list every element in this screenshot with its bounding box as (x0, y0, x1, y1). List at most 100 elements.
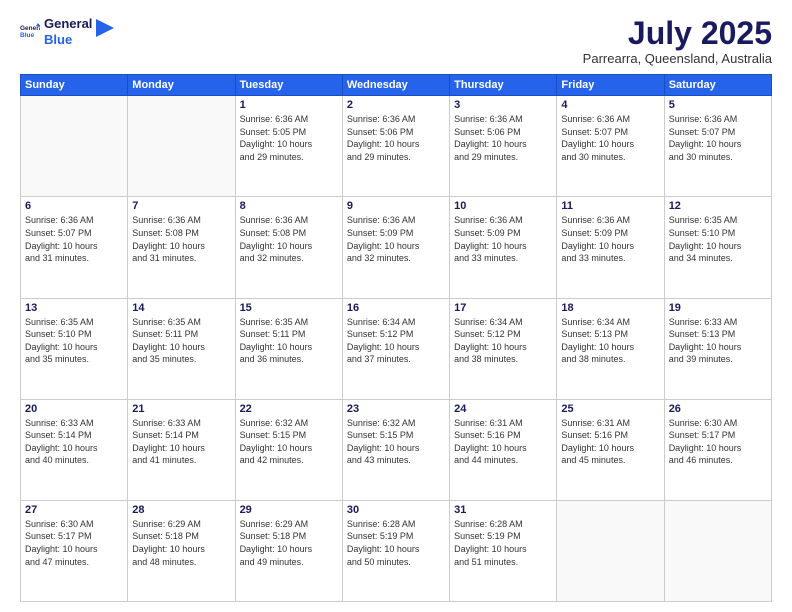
day-number: 28 (132, 504, 230, 516)
calendar-week-1: 1 Sunrise: 6:36 AM Sunset: 5:05 PM Daylig… (21, 96, 772, 197)
calendar-cell: 17 Sunrise: 6:34 AM Sunset: 5:12 PM Dayli… (450, 298, 557, 399)
calendar-cell: 6 Sunrise: 6:36 AM Sunset: 5:07 PM Daylig… (21, 197, 128, 298)
calendar-cell: 9Sunrise: 6:36 AM Sunset: 5:09 PM Daylig… (342, 197, 449, 298)
calendar-cell: 18Sunrise: 6:34 AM Sunset: 5:13 PM Dayli… (557, 298, 664, 399)
day-info: Sunrise: 6:34 AM Sunset: 5:12 PM Dayligh… (347, 316, 445, 366)
calendar-cell: 24 Sunrise: 6:31 AM Sunset: 5:16 PM Dayli… (450, 399, 557, 500)
logo: General Blue General Blue (20, 16, 114, 47)
day-number: 23 (347, 403, 445, 415)
calendar-cell: 25Sunrise: 6:31 AM Sunset: 5:16 PM Dayli… (557, 399, 664, 500)
calendar-header-row: Sunday Monday Tuesday Wednesday Thursday… (21, 75, 772, 96)
day-number: 27 (25, 504, 123, 516)
calendar-cell: 26 Sunrise: 6:30 AM Sunset: 5:17 PM Dayli… (664, 399, 771, 500)
day-number: 22 (240, 403, 338, 415)
day-number: 25 (561, 403, 659, 415)
day-info: Sunrise: 6:35 AM Sunset: 5:11 PM Dayligh… (240, 316, 338, 366)
day-number: 10 (454, 200, 552, 212)
calendar-cell: 1 Sunrise: 6:36 AM Sunset: 5:05 PM Daylig… (235, 96, 342, 197)
day-number: 19 (669, 302, 767, 314)
calendar-cell: 11 Sunrise: 6:36 AM Sunset: 5:09 PM Dayli… (557, 197, 664, 298)
calendar: Sunday Monday Tuesday Wednesday Thursday… (20, 74, 772, 602)
calendar-cell: 13Sunrise: 6:35 AM Sunset: 5:10 PM Dayli… (21, 298, 128, 399)
day-number: 26 (669, 403, 767, 415)
calendar-cell: 10 Sunrise: 6:36 AM Sunset: 5:09 PM Dayli… (450, 197, 557, 298)
day-info: Sunrise: 6:35 AM Sunset: 5:11 PM Dayligh… (132, 316, 230, 366)
day-number: 4 (561, 99, 659, 111)
month-title: July 2025 (583, 16, 772, 51)
day-info: Sunrise: 6:32 AM Sunset: 5:15 PM Dayligh… (240, 417, 338, 467)
day-number: 24 (454, 403, 552, 415)
calendar-cell (21, 96, 128, 197)
day-info: Sunrise: 6:28 AM Sunset: 5:19 PM Dayligh… (454, 518, 552, 568)
calendar-cell: 28 Sunrise: 6:29 AM Sunset: 5:18 PM Dayli… (128, 500, 235, 601)
calendar-cell: 7Sunrise: 6:36 AM Sunset: 5:08 PM Daylig… (128, 197, 235, 298)
calendar-week-2: 6 Sunrise: 6:36 AM Sunset: 5:07 PM Daylig… (21, 197, 772, 298)
calendar-cell: 30 Sunrise: 6:28 AM Sunset: 5:19 PM Dayli… (342, 500, 449, 601)
header-saturday: Saturday (664, 75, 771, 96)
day-info: Sunrise: 6:36 AM Sunset: 5:06 PM Dayligh… (347, 113, 445, 163)
day-number: 16 (347, 302, 445, 314)
calendar-cell: 29 Sunrise: 6:29 AM Sunset: 5:18 PM Dayli… (235, 500, 342, 601)
day-info: Sunrise: 6:35 AM Sunset: 5:10 PM Dayligh… (669, 214, 767, 264)
day-number: 21 (132, 403, 230, 415)
day-number: 12 (669, 200, 767, 212)
day-info: Sunrise: 6:36 AM Sunset: 5:05 PM Dayligh… (240, 113, 338, 163)
day-info: Sunrise: 6:34 AM Sunset: 5:12 PM Dayligh… (454, 316, 552, 366)
calendar-cell: 19Sunrise: 6:33 AM Sunset: 5:13 PM Dayli… (664, 298, 771, 399)
day-number: 20 (25, 403, 123, 415)
day-info: Sunrise: 6:36 AM Sunset: 5:07 PM Dayligh… (561, 113, 659, 163)
day-number: 29 (240, 504, 338, 516)
day-info: Sunrise: 6:36 AM Sunset: 5:06 PM Dayligh… (454, 113, 552, 163)
calendar-cell: 15 Sunrise: 6:35 AM Sunset: 5:11 PM Dayli… (235, 298, 342, 399)
day-info: Sunrise: 6:32 AM Sunset: 5:15 PM Dayligh… (347, 417, 445, 467)
calendar-cell: 21Sunrise: 6:33 AM Sunset: 5:14 PM Dayli… (128, 399, 235, 500)
day-number: 7 (132, 200, 230, 212)
day-number: 3 (454, 99, 552, 111)
day-info: Sunrise: 6:36 AM Sunset: 5:07 PM Dayligh… (25, 214, 123, 264)
day-info: Sunrise: 6:33 AM Sunset: 5:14 PM Dayligh… (25, 417, 123, 467)
day-info: Sunrise: 6:36 AM Sunset: 5:09 PM Dayligh… (347, 214, 445, 264)
day-number: 6 (25, 200, 123, 212)
day-info: Sunrise: 6:29 AM Sunset: 5:18 PM Dayligh… (240, 518, 338, 568)
calendar-cell: 23 Sunrise: 6:32 AM Sunset: 5:15 PM Dayli… (342, 399, 449, 500)
calendar-cell: 12 Sunrise: 6:35 AM Sunset: 5:10 PM Dayli… (664, 197, 771, 298)
day-number: 17 (454, 302, 552, 314)
svg-text:Blue: Blue (20, 32, 34, 39)
header-friday: Friday (557, 75, 664, 96)
calendar-cell: 3 Sunrise: 6:36 AM Sunset: 5:06 PM Daylig… (450, 96, 557, 197)
title-block: July 2025 Parrearra, Queensland, Austral… (583, 16, 772, 66)
day-info: Sunrise: 6:31 AM Sunset: 5:16 PM Dayligh… (454, 417, 552, 467)
calendar-cell (128, 96, 235, 197)
day-number: 1 (240, 99, 338, 111)
day-info: Sunrise: 6:30 AM Sunset: 5:17 PM Dayligh… (669, 417, 767, 467)
day-number: 14 (132, 302, 230, 314)
day-number: 30 (347, 504, 445, 516)
location-subtitle: Parrearra, Queensland, Australia (583, 51, 772, 66)
calendar-week-5: 27Sunrise: 6:30 AM Sunset: 5:17 PM Dayli… (21, 500, 772, 601)
day-number: 18 (561, 302, 659, 314)
day-info: Sunrise: 6:29 AM Sunset: 5:18 PM Dayligh… (132, 518, 230, 568)
logo-line2: Blue (44, 32, 92, 48)
calendar-cell: 16 Sunrise: 6:34 AM Sunset: 5:12 PM Dayli… (342, 298, 449, 399)
logo-line1: General (44, 16, 92, 32)
header-sunday: Sunday (21, 75, 128, 96)
svg-text:General: General (20, 25, 40, 32)
calendar-week-4: 20 Sunrise: 6:33 AM Sunset: 5:14 PM Dayli… (21, 399, 772, 500)
day-info: Sunrise: 6:36 AM Sunset: 5:09 PM Dayligh… (561, 214, 659, 264)
day-info: Sunrise: 6:36 AM Sunset: 5:09 PM Dayligh… (454, 214, 552, 264)
calendar-cell: 5 Sunrise: 6:36 AM Sunset: 5:07 PM Daylig… (664, 96, 771, 197)
day-info: Sunrise: 6:35 AM Sunset: 5:10 PM Dayligh… (25, 316, 123, 366)
logo-arrow-icon (96, 19, 114, 37)
day-info: Sunrise: 6:28 AM Sunset: 5:19 PM Dayligh… (347, 518, 445, 568)
header: General Blue General Blue July 2025 Parr… (20, 16, 772, 66)
logo-icon: General Blue (20, 22, 40, 42)
day-number: 15 (240, 302, 338, 314)
header-wednesday: Wednesday (342, 75, 449, 96)
day-info: Sunrise: 6:36 AM Sunset: 5:07 PM Dayligh… (669, 113, 767, 163)
day-number: 11 (561, 200, 659, 212)
calendar-cell: 31Sunrise: 6:28 AM Sunset: 5:19 PM Dayli… (450, 500, 557, 601)
calendar-cell: 22 Sunrise: 6:32 AM Sunset: 5:15 PM Dayli… (235, 399, 342, 500)
calendar-week-3: 13Sunrise: 6:35 AM Sunset: 5:10 PM Dayli… (21, 298, 772, 399)
day-number: 5 (669, 99, 767, 111)
calendar-cell: 14 Sunrise: 6:35 AM Sunset: 5:11 PM Dayli… (128, 298, 235, 399)
